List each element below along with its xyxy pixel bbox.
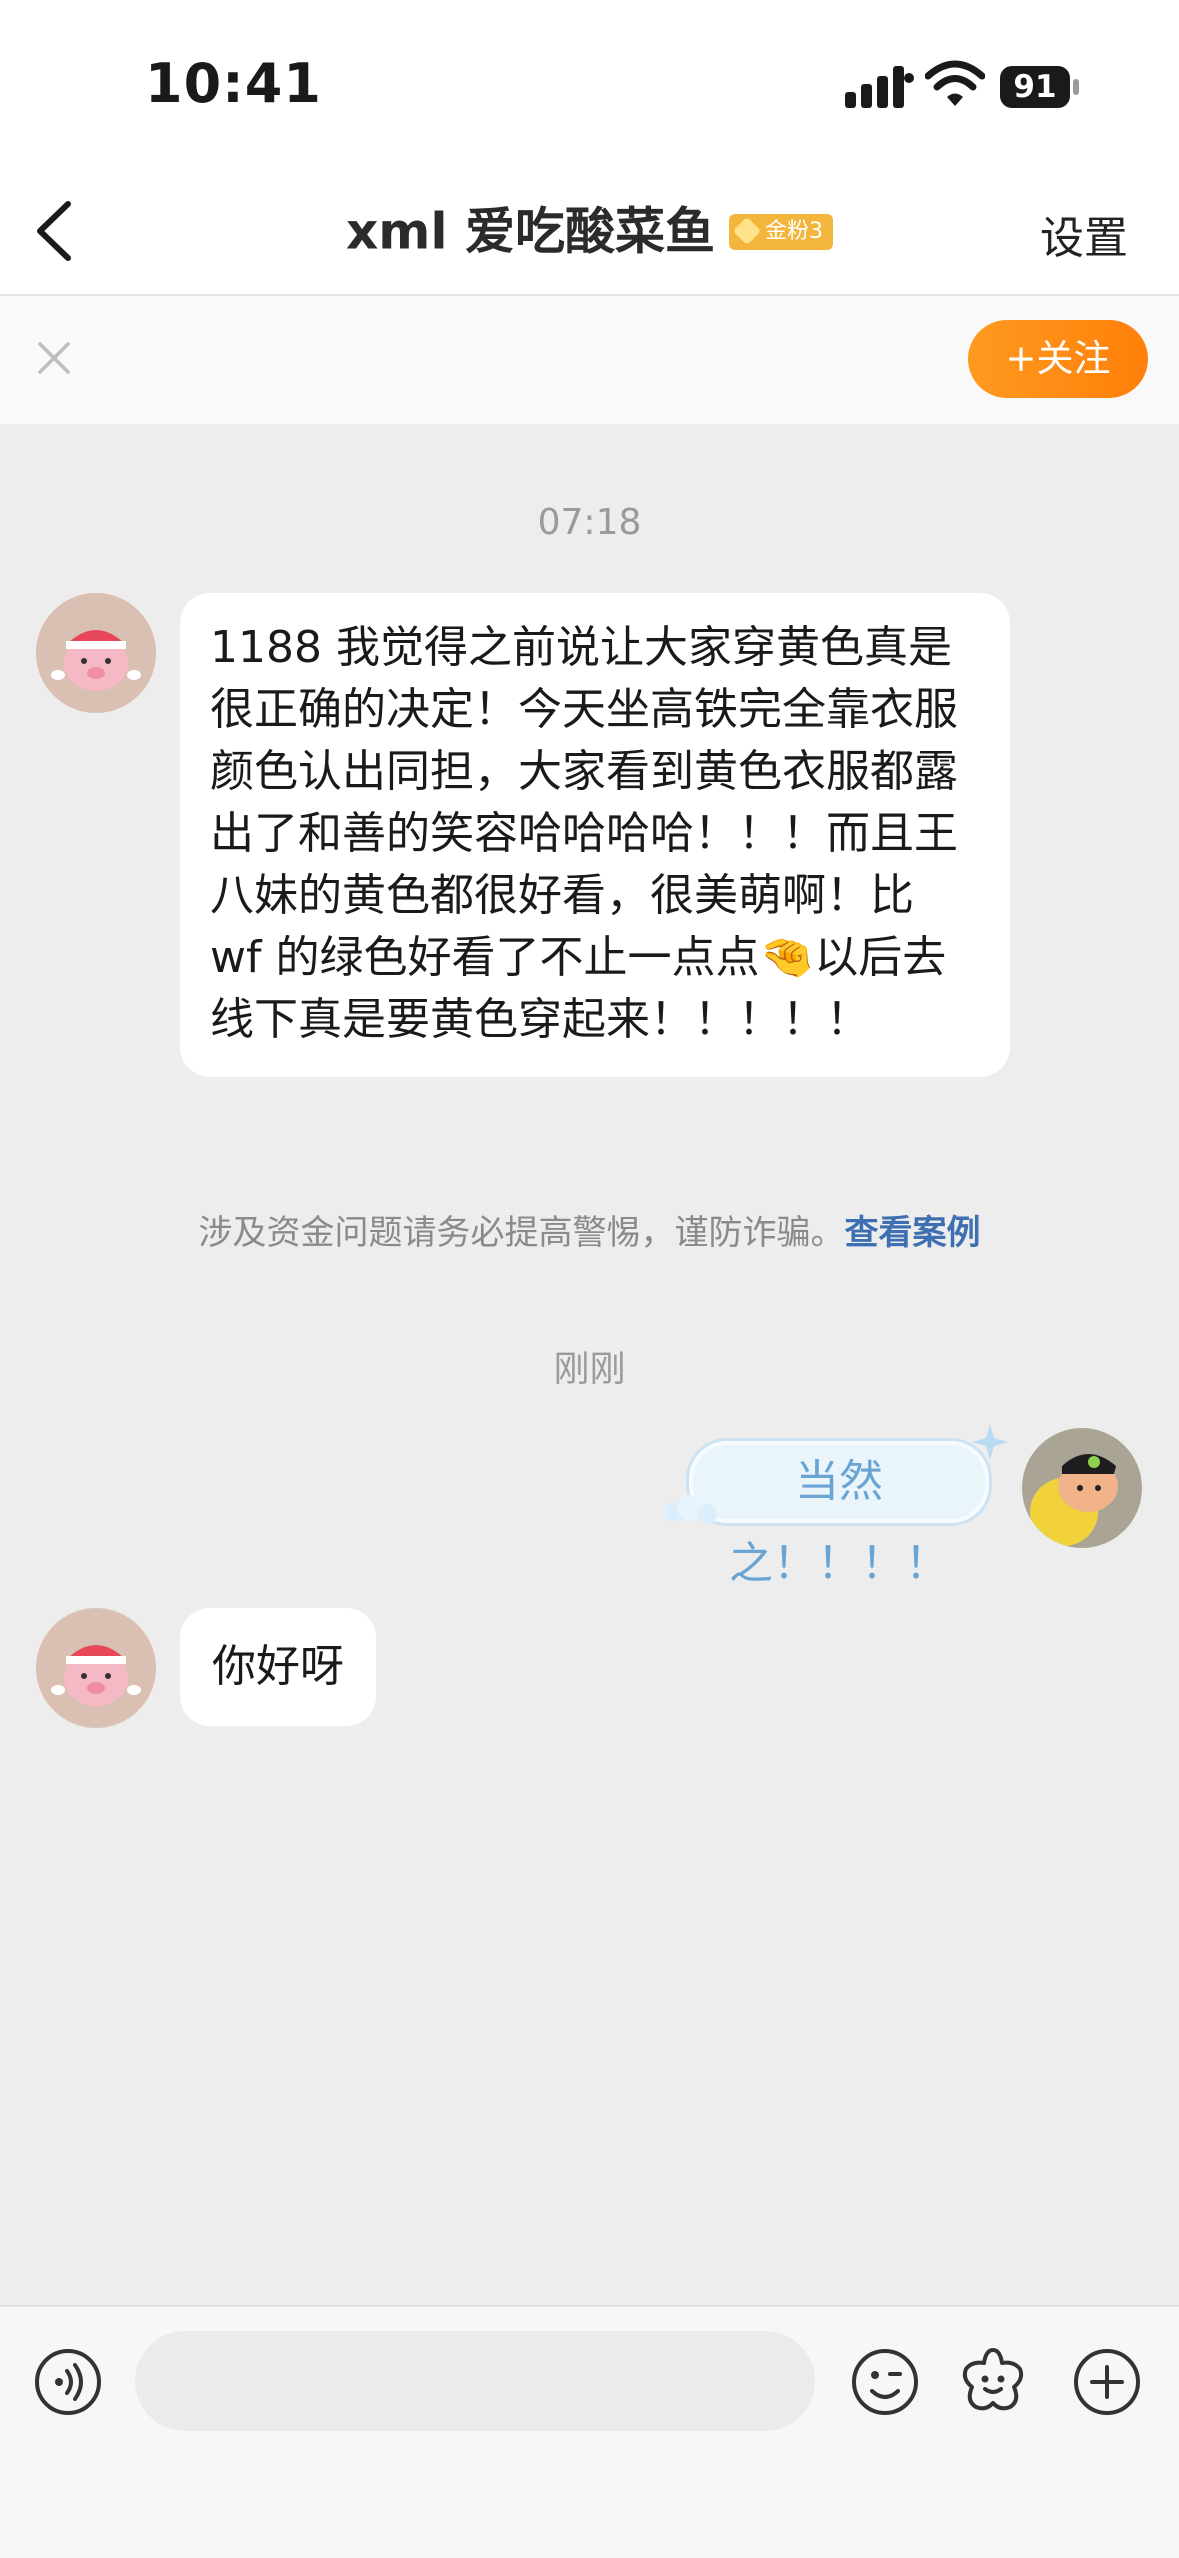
status-time: 10:41 <box>145 52 322 115</box>
cloud-decoration-icon <box>665 1495 717 1524</box>
fan-badge-label: 金粉3 <box>764 218 823 244</box>
message-timestamp: 07:18 <box>537 502 642 543</box>
sent-message-text: 当然之！！！！ <box>686 1438 992 1589</box>
message-input[interactable] <box>135 2331 815 2431</box>
pig-avatar-icon <box>36 1608 156 1728</box>
status-bar: 10:41 91 <box>0 0 1179 170</box>
settings-button[interactable]: 设置 <box>1040 202 1128 266</box>
message-text: 你好呀 <box>212 1641 344 1692</box>
notice-text: 涉及资金问题请务必提高警惕，谨防诈骗。 <box>198 1213 845 1253</box>
sticker-icon[interactable] <box>958 2345 1028 2415</box>
chat-title-row: xml 爱吃酸菜鱼 金粉3 <box>0 196 1179 266</box>
message-text: 1188 我觉得之前说让大家穿黄色真是很正确的决定！今天坐高铁完全靠衣服颜色认出… <box>210 622 958 1045</box>
user-avatar-icon <box>1022 1428 1142 1548</box>
contact-avatar[interactable] <box>36 1608 156 1728</box>
view-cases-link[interactable]: 查看案例 <box>845 1213 981 1253</box>
contact-name: xml 爱吃酸菜鱼 <box>346 202 715 261</box>
battery-level: 91 <box>1013 69 1057 105</box>
wifi-icon <box>925 60 985 106</box>
plus-icon[interactable] <box>1072 2347 1142 2417</box>
received-message-bubble[interactable]: 你好呀 <box>180 1608 376 1726</box>
pig-avatar-icon <box>36 593 156 713</box>
follow-bar: +关注 <box>0 296 1179 424</box>
gem-icon <box>732 216 762 245</box>
battery-indicator: 91 <box>1000 66 1080 108</box>
message-timestamp: 刚刚 <box>553 1349 626 1390</box>
cellular-signal-icon <box>845 66 914 108</box>
contact-avatar[interactable] <box>36 593 156 713</box>
sent-message-bubble[interactable]: 当然之！！！！ <box>665 1424 1008 1589</box>
anti-fraud-notice: 涉及资金问题请务必提高警惕，谨防诈骗。查看案例 <box>0 1205 1179 1254</box>
emoji-icon[interactable] <box>850 2347 920 2417</box>
sparkle-icon <box>972 1424 1008 1460</box>
follow-button[interactable]: +关注 <box>968 320 1148 398</box>
input-bar <box>0 2305 1179 2558</box>
received-message-bubble[interactable]: 1188 我觉得之前说让大家穿黄色真是很正确的决定！今天坐高铁完全靠衣服颜色认出… <box>180 593 1010 1077</box>
close-icon[interactable] <box>34 338 74 378</box>
voice-icon[interactable] <box>33 2347 103 2417</box>
fan-level-badge: 金粉3 <box>728 213 833 250</box>
my-avatar[interactable] <box>1022 1428 1142 1548</box>
chat-header: xml 爱吃酸菜鱼 金粉3 设置 <box>0 170 1179 296</box>
